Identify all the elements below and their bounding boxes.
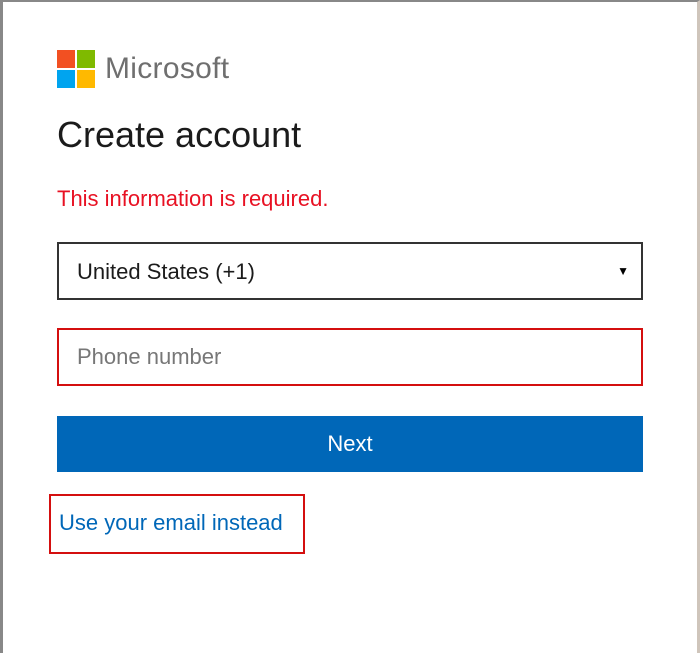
brand-name: Microsoft [105, 52, 229, 86]
country-code-select[interactable]: United States (+1) [57, 242, 643, 300]
next-button[interactable]: Next [57, 416, 643, 472]
brand-header: Microsoft [57, 50, 643, 88]
page-title: Create account [57, 114, 643, 156]
use-email-instead-link[interactable]: Use your email instead [59, 510, 283, 535]
error-message: This information is required. [57, 186, 643, 212]
email-link-highlight: Use your email instead [49, 494, 305, 554]
phone-number-input[interactable] [57, 328, 643, 386]
microsoft-logo-icon [57, 50, 95, 88]
